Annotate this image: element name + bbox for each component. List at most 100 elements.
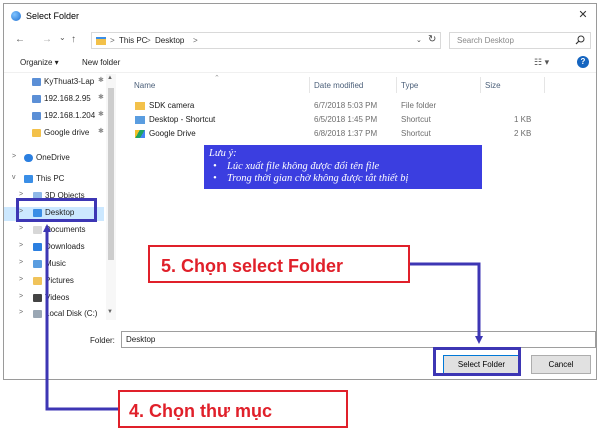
sidebar-item-label: This PC [36,174,65,183]
sidebar-item-google-drive[interactable]: Google drive ✱ [4,127,104,141]
folder-label: Folder: [90,336,115,345]
note-box: Lưu ý: • Lúc xuất file không được đổi tê… [204,145,482,189]
network-computer-icon [32,95,41,103]
new-folder-button[interactable]: New folder [82,58,120,67]
videos-icon [33,294,42,302]
pictures-icon [33,277,42,285]
expand-chevron-icon[interactable]: > [19,225,23,232]
app-icon [11,11,21,21]
folder-field[interactable]: Desktop [121,331,596,348]
expand-chevron-icon[interactable]: > [19,259,23,266]
music-icon [33,260,42,268]
select-folder-dialog: Select Folder ✕ ← → ⌄ ↑ > This PC > Desk… [3,3,597,380]
pin-icon: ✱ [98,111,104,118]
scroll-down-icon[interactable]: ▼ [107,309,113,315]
file-name: Desktop - Shortcut [149,115,216,124]
folder-field-value: Desktop [126,335,156,344]
note-heading: Lưu ý: [209,148,237,159]
sidebar-item-pictures[interactable]: > Pictures [4,275,104,289]
forward-button[interactable]: → [42,34,52,45]
sidebar-item-192-168-1-204[interactable]: 192.168.1.204 ✱ [4,110,104,124]
sidebar-item-label: Local Disk (C:) [45,309,98,318]
title-bar: Select Folder ✕ [4,4,596,28]
cancel-button[interactable]: Cancel [531,355,591,374]
note-line-text: Trong thời gian chờ không được tắt thiết… [227,173,409,184]
expand-chevron-icon[interactable]: > [19,242,23,249]
breadcrumb-separator: > [146,36,151,45]
sidebar-item-label: Pictures [45,276,74,285]
refresh-icon[interactable]: ↻ [428,34,436,45]
note-line-text: Lúc xuất file không được đổi tên file [227,160,380,172]
up-button[interactable]: ↑ [71,34,76,45]
column-divider[interactable] [396,77,397,93]
expand-chevron-icon[interactable]: > [19,191,23,198]
breadcrumb-this-pc[interactable]: This PC [119,36,147,45]
expand-chevron-icon[interactable]: > [12,153,16,160]
view-options-icon[interactable]: ☷ ▾ [534,57,549,68]
sidebar-item-label: Videos [45,293,70,302]
table-row[interactable]: Desktop - Shortcut 6/5/2018 1:45 PM Shor… [118,114,596,127]
step-4-callout: 4. Chọn thư mục [118,390,348,428]
sidebar-item-local-disk-c[interactable]: > Local Disk (C:) [4,308,104,322]
back-button[interactable]: ← [15,34,25,45]
breadcrumb-separator: > [193,36,198,45]
sidebar-item-192-168-2-95[interactable]: 192.168.2.95 ✱ [4,93,104,107]
pin-icon: ✱ [98,77,104,84]
file-date: 6/5/2018 1:45 PM [314,115,378,124]
sidebar-item-label: 192.168.1.204 [44,111,96,120]
sidebar-item-documents[interactable]: > Documents [4,224,104,238]
expand-chevron-icon[interactable]: > [19,276,23,283]
sidebar-item-label: 192.168.2.95 [44,94,91,103]
column-header-name[interactable]: Name [134,81,155,90]
expand-chevron-icon[interactable]: > [19,309,23,316]
sidebar-item-downloads[interactable]: > Downloads [4,241,104,255]
shortcut-icon [135,116,145,124]
navigation-pane: KyThuat3-Lap ✱ 192.168.2.95 ✱ 192.168.1.… [4,74,116,320]
sidebar-item-label: KyThuat3-Lap [44,77,95,86]
documents-icon [33,226,42,234]
file-type: Shortcut [401,115,431,124]
folder-icon [135,102,145,110]
scrollbar-thumb[interactable] [108,88,114,260]
column-divider[interactable] [544,77,545,93]
search-input[interactable]: Search Desktop [449,32,591,49]
file-size: 1 KB [514,115,532,124]
command-toolbar: Organize ▾ New folder ☷ ▾ ? [4,53,596,73]
help-icon[interactable]: ? [577,56,589,68]
sidebar-item-onedrive[interactable]: > OneDrive [4,152,104,166]
scroll-up-icon[interactable]: ▲ [107,75,113,81]
address-dropdown-icon[interactable]: ⌄ [416,36,422,44]
pin-icon: ✱ [98,128,104,135]
column-header-date-modified[interactable]: Date modified [314,81,363,90]
column-divider[interactable] [480,77,481,93]
table-row[interactable]: Google Drive 6/8/2018 1:37 PM Shortcut 2… [118,128,596,141]
close-button[interactable]: ✕ [570,4,596,26]
disk-icon [33,310,42,318]
table-row[interactable]: SDK camera 6/7/2018 5:03 PM File folder [118,100,596,113]
search-placeholder: Search Desktop [457,36,514,45]
downloads-icon [33,243,42,251]
file-type: File folder [401,101,437,110]
sidebar-item-this-pc[interactable]: v This PC [4,173,104,187]
sidebar-item-videos[interactable]: > Videos [4,292,104,306]
sidebar-item-music[interactable]: > Music [4,258,104,272]
collapse-chevron-icon[interactable]: v [12,174,16,181]
column-header-type[interactable]: Type [401,81,418,90]
folder-icon [32,129,41,137]
sidebar-item-kythuat3-lap[interactable]: KyThuat3-Lap ✱ [4,76,104,90]
expand-chevron-icon[interactable]: > [19,293,23,300]
folder-icon [96,37,106,45]
column-header-size[interactable]: Size [485,81,501,90]
breadcrumb-desktop[interactable]: Desktop [155,36,184,45]
address-row: ← → ⌄ ↑ > This PC > Desktop > ⌄ ↻ Search… [4,30,596,52]
note-line: • Trong thời gian chờ không được tắt thi… [209,173,477,186]
sidebar-scrollbar[interactable]: ▲ ▼ [106,74,116,320]
organize-menu[interactable]: Organize ▾ [20,58,59,67]
column-divider[interactable] [309,77,310,93]
recent-locations-button[interactable]: ⌄ [59,33,66,42]
sidebar-item-label: Google drive [44,128,90,137]
cloud-icon [24,154,33,162]
address-bar[interactable]: > This PC > Desktop > ⌄ ↻ [91,32,441,49]
network-computer-icon [32,112,41,120]
file-date: 6/7/2018 5:03 PM [314,101,378,110]
